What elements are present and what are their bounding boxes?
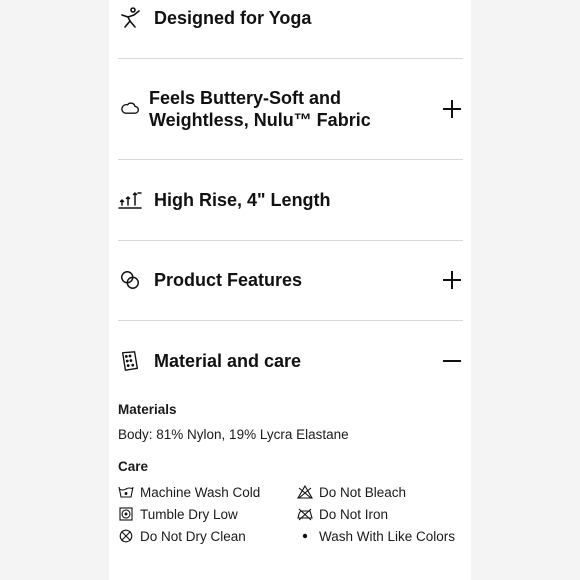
no-dry-clean-icon xyxy=(118,528,134,544)
tumble-dry-low-icon xyxy=(118,506,134,522)
section-material-and-care[interactable]: Material and care xyxy=(118,349,463,373)
care-item: Do Not Iron xyxy=(297,506,388,522)
materials-body: Body: 81% Nylon, 19% Lycra Elastane xyxy=(118,427,349,442)
section-designed-for-yoga: Designed for Yoga xyxy=(118,6,463,30)
expand-plus-icon[interactable] xyxy=(441,98,463,120)
expand-plus-icon[interactable] xyxy=(441,269,463,291)
no-iron-icon xyxy=(297,506,313,522)
care-item: Tumble Dry Low xyxy=(118,506,238,522)
divider xyxy=(118,320,463,321)
section-title: Product Features xyxy=(154,270,303,290)
care-label: Care xyxy=(118,459,149,474)
overlap-circles-icon xyxy=(118,268,142,292)
section-title: Material and care xyxy=(154,351,302,371)
section-nulu-fabric[interactable]: Feels Buttery-Soft and Weightless, Nulu™… xyxy=(118,87,463,131)
care-item: Do Not Dry Clean xyxy=(118,528,246,544)
section-high-rise: High Rise, 4" Length xyxy=(118,188,463,212)
materials-label: Materials xyxy=(118,402,177,417)
section-title: High Rise, 4" Length xyxy=(154,190,331,210)
rise-arrows-icon xyxy=(118,188,142,212)
care-item: Machine Wash Cold xyxy=(118,484,260,500)
yoga-pose-icon xyxy=(118,6,142,30)
no-bleach-icon xyxy=(297,484,313,500)
divider xyxy=(118,240,463,241)
section-product-features[interactable]: Product Features xyxy=(118,268,463,292)
divider xyxy=(118,159,463,160)
fabric-swatch-icon xyxy=(118,349,142,373)
care-item: Wash With Like Colors xyxy=(297,528,455,544)
divider xyxy=(118,58,463,59)
care-item: Do Not Bleach xyxy=(297,484,406,500)
section-title: Feels Buttery-Soft and Weightless, Nulu™… xyxy=(149,88,371,130)
section-title: Designed for Yoga xyxy=(154,8,312,28)
cloud-icon xyxy=(118,97,142,121)
collapse-minus-icon[interactable] xyxy=(441,350,463,372)
wash-cold-icon xyxy=(118,484,134,500)
bullet-icon xyxy=(297,528,313,544)
